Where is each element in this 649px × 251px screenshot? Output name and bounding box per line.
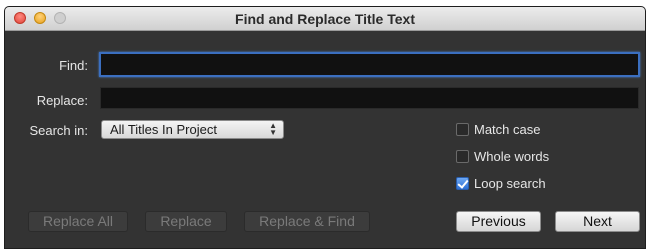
replace-button[interactable]: Replace	[145, 211, 227, 232]
previous-button[interactable]: Previous	[456, 211, 541, 232]
window-title: Find and Replace Title Text	[235, 11, 415, 27]
search-in-value: All Titles In Project	[110, 122, 217, 137]
loop-search-checkbox[interactable]	[456, 176, 469, 190]
title-bar: Find and Replace Title Text	[5, 7, 645, 31]
option-loop-search[interactable]: Loop search	[456, 175, 546, 191]
match-case-label: Match case	[474, 121, 541, 137]
replace-label: Replace:	[36, 93, 88, 108]
match-case-checkbox[interactable]	[456, 122, 469, 136]
whole-words-label: Whole words	[474, 148, 550, 164]
next-button[interactable]: Next	[555, 211, 640, 232]
whole-words-checkbox[interactable]	[456, 149, 469, 163]
replace-input[interactable]	[100, 87, 639, 109]
find-label: Find:	[59, 58, 88, 73]
replace-all-button[interactable]: Replace All	[28, 211, 128, 232]
replace-and-find-button[interactable]: Replace & Find	[244, 211, 370, 232]
find-replace-dialog: Find and Replace Title Text Find: Replac…	[4, 6, 646, 249]
search-in-select[interactable]: All Titles In Project ▲ ▼	[101, 120, 284, 139]
loop-search-label: Loop search	[474, 175, 546, 191]
find-input[interactable]	[99, 52, 640, 77]
search-in-label: Search in:	[29, 123, 88, 138]
updown-arrows-icon: ▲ ▼	[269, 121, 277, 137]
option-match-case[interactable]: Match case	[456, 121, 540, 137]
option-whole-words[interactable]: Whole words	[456, 148, 549, 164]
